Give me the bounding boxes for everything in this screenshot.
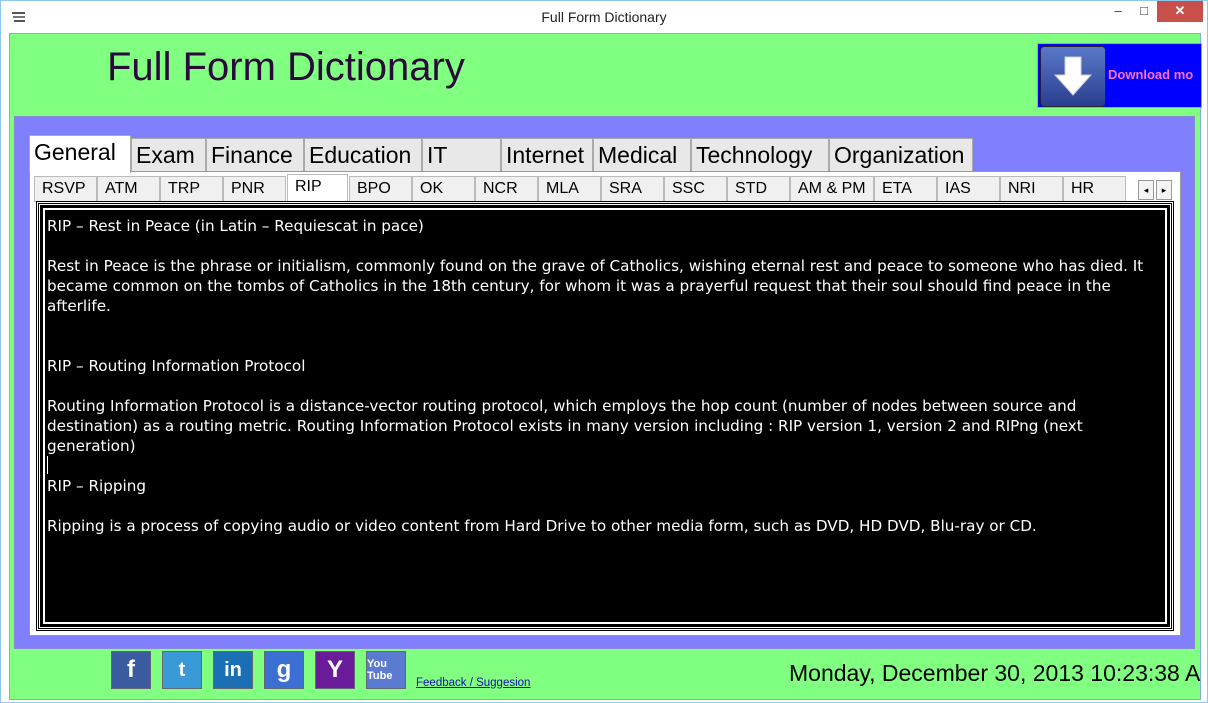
download-arrow-icon — [1040, 46, 1106, 107]
definition-body: Ripping is a process of copying audio or… — [47, 517, 1037, 535]
date-time-label: Monday, December 30, 2013 10:23:38 A — [789, 660, 1201, 686]
subtab-am-pm[interactable]: AM & PM — [790, 176, 874, 202]
tab-education[interactable]: Education — [304, 138, 422, 172]
subtab-sra[interactable]: SRA — [601, 176, 664, 202]
text-caret — [47, 456, 48, 474]
subtab-rsvp[interactable]: RSVP — [34, 176, 97, 202]
subtab-trp[interactable]: TRP — [160, 176, 223, 202]
subtab-hr[interactable]: HR — [1063, 176, 1126, 202]
title-bar: Full Form Dictionary – □ ✕ — [1, 1, 1207, 33]
definition-heading: RIP – Routing Information Protocol — [47, 357, 306, 375]
tab-organization[interactable]: Organization — [829, 138, 973, 172]
tab-finance[interactable]: Finance — [206, 138, 304, 172]
facebook-icon[interactable]: f — [111, 651, 151, 689]
subtab-rip[interactable]: RIP — [287, 174, 348, 203]
dictionary-panel: General Exam Finance Education IT Intern… — [14, 116, 1195, 649]
subtab-ncr[interactable]: NCR — [475, 176, 538, 202]
close-button[interactable]: ✕ — [1157, 1, 1203, 22]
subtab-mla[interactable]: MLA — [538, 176, 601, 202]
subtab-std[interactable]: STD — [727, 176, 790, 202]
tab-medical[interactable]: Medical — [593, 138, 691, 172]
definition-textbox[interactable]: RIP – Rest in Peace (in Latin – Requiesc… — [36, 201, 1174, 631]
feedback-link[interactable]: Feedback / Suggesion — [416, 677, 530, 689]
yahoo-icon[interactable]: Y — [315, 651, 355, 689]
tab-general[interactable]: General — [29, 135, 131, 173]
definition-text: RIP – Rest in Peace (in Latin – Requiesc… — [43, 208, 1167, 624]
app-heading: Full Form Dictionary — [107, 45, 465, 89]
app-window: Full Form Dictionary – □ ✕ Full Form Dic… — [0, 0, 1208, 703]
linkedin-icon[interactable]: in — [213, 651, 253, 689]
subtab-ok[interactable]: OK — [412, 176, 475, 202]
definition-heading: RIP – Ripping — [47, 477, 146, 495]
definition-body: Rest in Peace is the phrase or initialis… — [47, 257, 1144, 315]
tab-internet[interactable]: Internet — [501, 138, 593, 172]
window-title: Full Form Dictionary — [541, 9, 667, 25]
subtab-bpo[interactable]: BPO — [349, 176, 412, 202]
twitter-icon[interactable]: t — [162, 651, 202, 689]
tab-it[interactable]: IT — [422, 138, 501, 172]
tab-scroll-right-icon[interactable]: ▸ — [1156, 180, 1172, 200]
subtab-ssc[interactable]: SSC — [664, 176, 727, 202]
google-plus-icon[interactable]: g — [264, 651, 304, 689]
subtab-pnr[interactable]: PNR — [223, 176, 286, 202]
general-tab-page: RSVP ATM TRP PNR RIP BPO OK NCR MLA SRA … — [29, 171, 1181, 636]
subtab-atm[interactable]: ATM — [97, 176, 160, 202]
maximize-button[interactable]: □ — [1131, 1, 1157, 22]
download-label: Download mo — [1108, 67, 1194, 82]
download-more-button[interactable]: Download mo — [1037, 43, 1202, 108]
definition-heading: RIP – Rest in Peace (in Latin – Requiesc… — [47, 217, 424, 235]
tab-exam[interactable]: Exam — [131, 138, 206, 172]
definition-body: Routing Information Protocol is a distan… — [47, 397, 1083, 455]
tab-scroll-left-icon[interactable]: ◂ — [1138, 180, 1154, 200]
subtab-nri[interactable]: NRI — [1000, 176, 1063, 202]
subtab-ias[interactable]: IAS — [937, 176, 1000, 202]
tab-technology[interactable]: Technology — [691, 138, 829, 172]
youtube-icon[interactable]: You Tube — [366, 651, 406, 689]
subtab-eta[interactable]: ETA — [874, 176, 937, 202]
minimize-button[interactable]: – — [1105, 1, 1131, 22]
main-area: Full Form Dictionary Download mo General… — [9, 33, 1202, 700]
